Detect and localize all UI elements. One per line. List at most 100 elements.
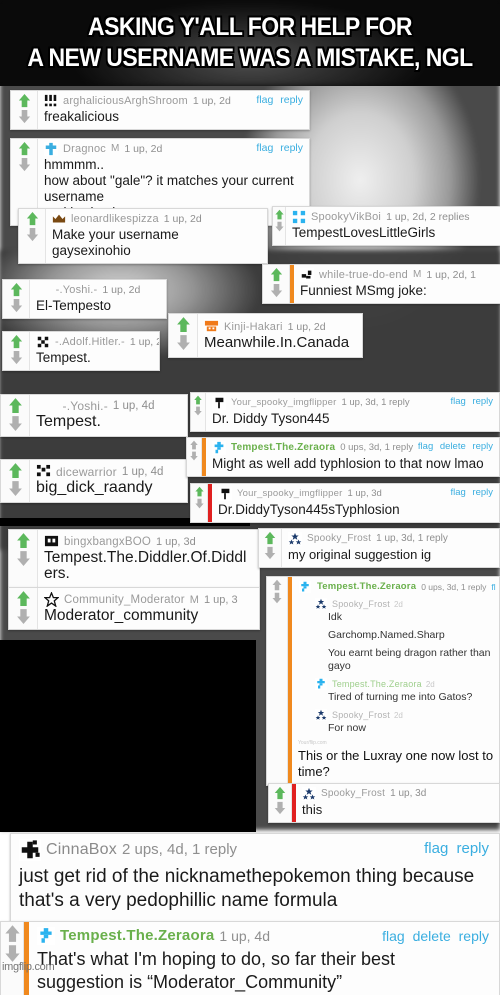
upvote-icon[interactable]: [274, 209, 285, 220]
upvote-icon[interactable]: [15, 590, 32, 607]
downvote-icon[interactable]: [271, 592, 283, 604]
comment-username[interactable]: Dragnoc: [63, 142, 106, 156]
vote-column[interactable]: [11, 91, 38, 129]
reply-link[interactable]: reply: [472, 396, 493, 407]
comment-actions[interactable]: flag delete reply: [378, 928, 489, 944]
vote-column[interactable]: [269, 784, 292, 822]
comment-username[interactable]: leonardlikespizza: [71, 212, 159, 226]
flag-link[interactable]: flag: [450, 487, 465, 498]
flag-link[interactable]: flag: [256, 94, 273, 106]
downvote-icon[interactable]: [269, 283, 284, 298]
comment-username[interactable]: Spooky_Frost: [307, 532, 371, 546]
upvote-icon[interactable]: [17, 93, 32, 108]
downvote-icon[interactable]: [273, 801, 287, 815]
vote-column[interactable]: [169, 314, 198, 357]
vote-column[interactable]: [263, 265, 290, 303]
downvote-icon[interactable]: [263, 546, 277, 560]
comment-card[interactable]: Community_Moderator M 1 up, 3 Moderator_…: [8, 587, 260, 630]
upvote-icon[interactable]: [271, 579, 283, 591]
comment-card[interactable]: -.Yoshi.- 1 up, 2d El-Tempesto: [2, 279, 167, 319]
reply-link[interactable]: reply: [472, 487, 493, 498]
upvote-icon[interactable]: [17, 141, 32, 156]
downvote-icon[interactable]: [15, 608, 32, 625]
delete-link[interactable]: delete: [413, 928, 451, 944]
comment-username[interactable]: CinnaBox: [46, 842, 117, 858]
upvote-icon[interactable]: [273, 786, 287, 800]
comment-card[interactable]: Your_spooky_imgflipper 1 up, 3d flag rep…: [190, 483, 500, 523]
comment-username[interactable]: Tempest.The.Zeraora: [231, 441, 335, 455]
reply-link[interactable]: reply: [472, 441, 493, 452]
upvote-icon[interactable]: [263, 531, 277, 545]
vote-column[interactable]: [3, 332, 30, 370]
comment-actions[interactable]: flag reply: [420, 840, 489, 857]
nested-username[interactable]: Tempest.The.Zeraora: [332, 679, 422, 689]
upvote-icon[interactable]: [7, 462, 24, 479]
reply-link[interactable]: reply: [456, 840, 489, 857]
upvote-icon[interactable]: [189, 440, 199, 450]
vote-column[interactable]: [19, 209, 46, 263]
downvote-icon[interactable]: [189, 451, 199, 461]
downvote-icon[interactable]: [194, 498, 205, 509]
upvote-icon[interactable]: [193, 395, 203, 405]
downvote-icon[interactable]: [175, 334, 192, 351]
flag-link[interactable]: fl: [491, 580, 495, 594]
comment-card[interactable]: dicewarrior 1 up, 4d big_dick_raandy: [0, 459, 188, 503]
vote-column[interactable]: [191, 393, 206, 431]
vote-column[interactable]: [191, 484, 208, 522]
vote-column[interactable]: [3, 280, 30, 318]
comment-card[interactable]: SpookyVikBoi 1 up, 2d, 2 replies Tempest…: [272, 206, 500, 246]
comment-username[interactable]: Your_spooky_imgflipper: [231, 396, 336, 410]
comment-actions[interactable]: flag reply: [252, 94, 303, 106]
comment-card-thread[interactable]: Tempest.The.Zeraora 0 ups, 3d, 1 reply f…: [266, 576, 500, 786]
vote-column[interactable]: [9, 530, 38, 587]
downvote-icon[interactable]: [17, 157, 32, 172]
comment-card[interactable]: Tempest.The.Zeraora 0 ups, 3d, 1 reply f…: [186, 437, 500, 477]
comment-actions[interactable]: flag reply: [446, 396, 493, 407]
comment-username[interactable]: SpookyVikBoi: [311, 210, 381, 224]
delete-link[interactable]: delete: [440, 441, 466, 452]
vote-column[interactable]: [273, 207, 286, 245]
upvote-icon[interactable]: [9, 282, 24, 297]
upvote-icon[interactable]: [9, 334, 24, 349]
comment-actions[interactable]: flag delete reply: [414, 441, 493, 452]
comment-username[interactable]: dicewarrior: [56, 465, 117, 479]
downvote-icon[interactable]: [25, 227, 40, 242]
upvote-icon[interactable]: [194, 486, 205, 497]
flag-link[interactable]: flag: [256, 142, 273, 154]
downvote-icon[interactable]: [193, 406, 203, 416]
flag-link[interactable]: flag: [382, 928, 405, 944]
flag-link[interactable]: flag: [424, 840, 448, 857]
downvote-icon[interactable]: [9, 350, 24, 365]
comment-username[interactable]: Kinji-Hakari: [224, 320, 283, 334]
reply-link[interactable]: reply: [459, 928, 489, 944]
comment-card[interactable]: arghaliciousArghShroom 1 up, 2d flag rep…: [10, 90, 310, 130]
comment-username[interactable]: arghaliciousArghShroom: [63, 94, 188, 108]
upvote-icon[interactable]: [3, 924, 22, 943]
upvote-icon[interactable]: [269, 267, 284, 282]
comment-actions[interactable]: flag reply: [446, 487, 493, 498]
comment-actions[interactable]: flag reply: [252, 142, 303, 154]
comment-card[interactable]: -.Yoshi.- 1 up, 4d Tempest.: [0, 394, 188, 437]
downvote-icon[interactable]: [9, 298, 24, 313]
flag-link[interactable]: flag: [418, 441, 433, 452]
comment-username[interactable]: Tempest.The.Zeraora: [60, 928, 214, 943]
comment-username[interactable]: -.Yoshi.-: [63, 399, 108, 413]
comment-card[interactable]: Your_spooky_imgflipper 1 up, 3d, 1 reply…: [190, 392, 500, 432]
downvote-icon[interactable]: [15, 550, 32, 567]
reply-link[interactable]: reply: [280, 94, 303, 106]
comment-username[interactable]: while-true-do-end: [319, 268, 408, 282]
comment-username[interactable]: Tempest.The.Zeraora: [317, 580, 416, 594]
comment-card[interactable]: Tempest.The.Zeraora 1 up, 4d flag delete…: [0, 921, 500, 995]
vote-column[interactable]: [1, 395, 30, 436]
comment-card[interactable]: while-true-do-end M 1 up, 2d, 1 Funniest…: [262, 264, 500, 304]
vote-column[interactable]: [259, 529, 282, 567]
vote-column[interactable]: [1, 922, 24, 995]
comment-card[interactable]: Kinji-Hakari 1 up, 2d Meanwhile.In.Canad…: [168, 313, 363, 358]
vote-column[interactable]: [267, 577, 288, 785]
upvote-icon[interactable]: [7, 397, 24, 414]
comment-card[interactable]: CinnaBox 2 ups, 4d, 1 reply flag reply j…: [10, 833, 500, 922]
downvote-icon[interactable]: [7, 480, 24, 497]
comment-username[interactable]: Your_spooky_imgflipper: [237, 487, 342, 501]
comment-username[interactable]: -.Yoshi.-: [56, 283, 98, 297]
nested-reply[interactable]: Spooky_Frost 2d For now: [314, 709, 495, 735]
